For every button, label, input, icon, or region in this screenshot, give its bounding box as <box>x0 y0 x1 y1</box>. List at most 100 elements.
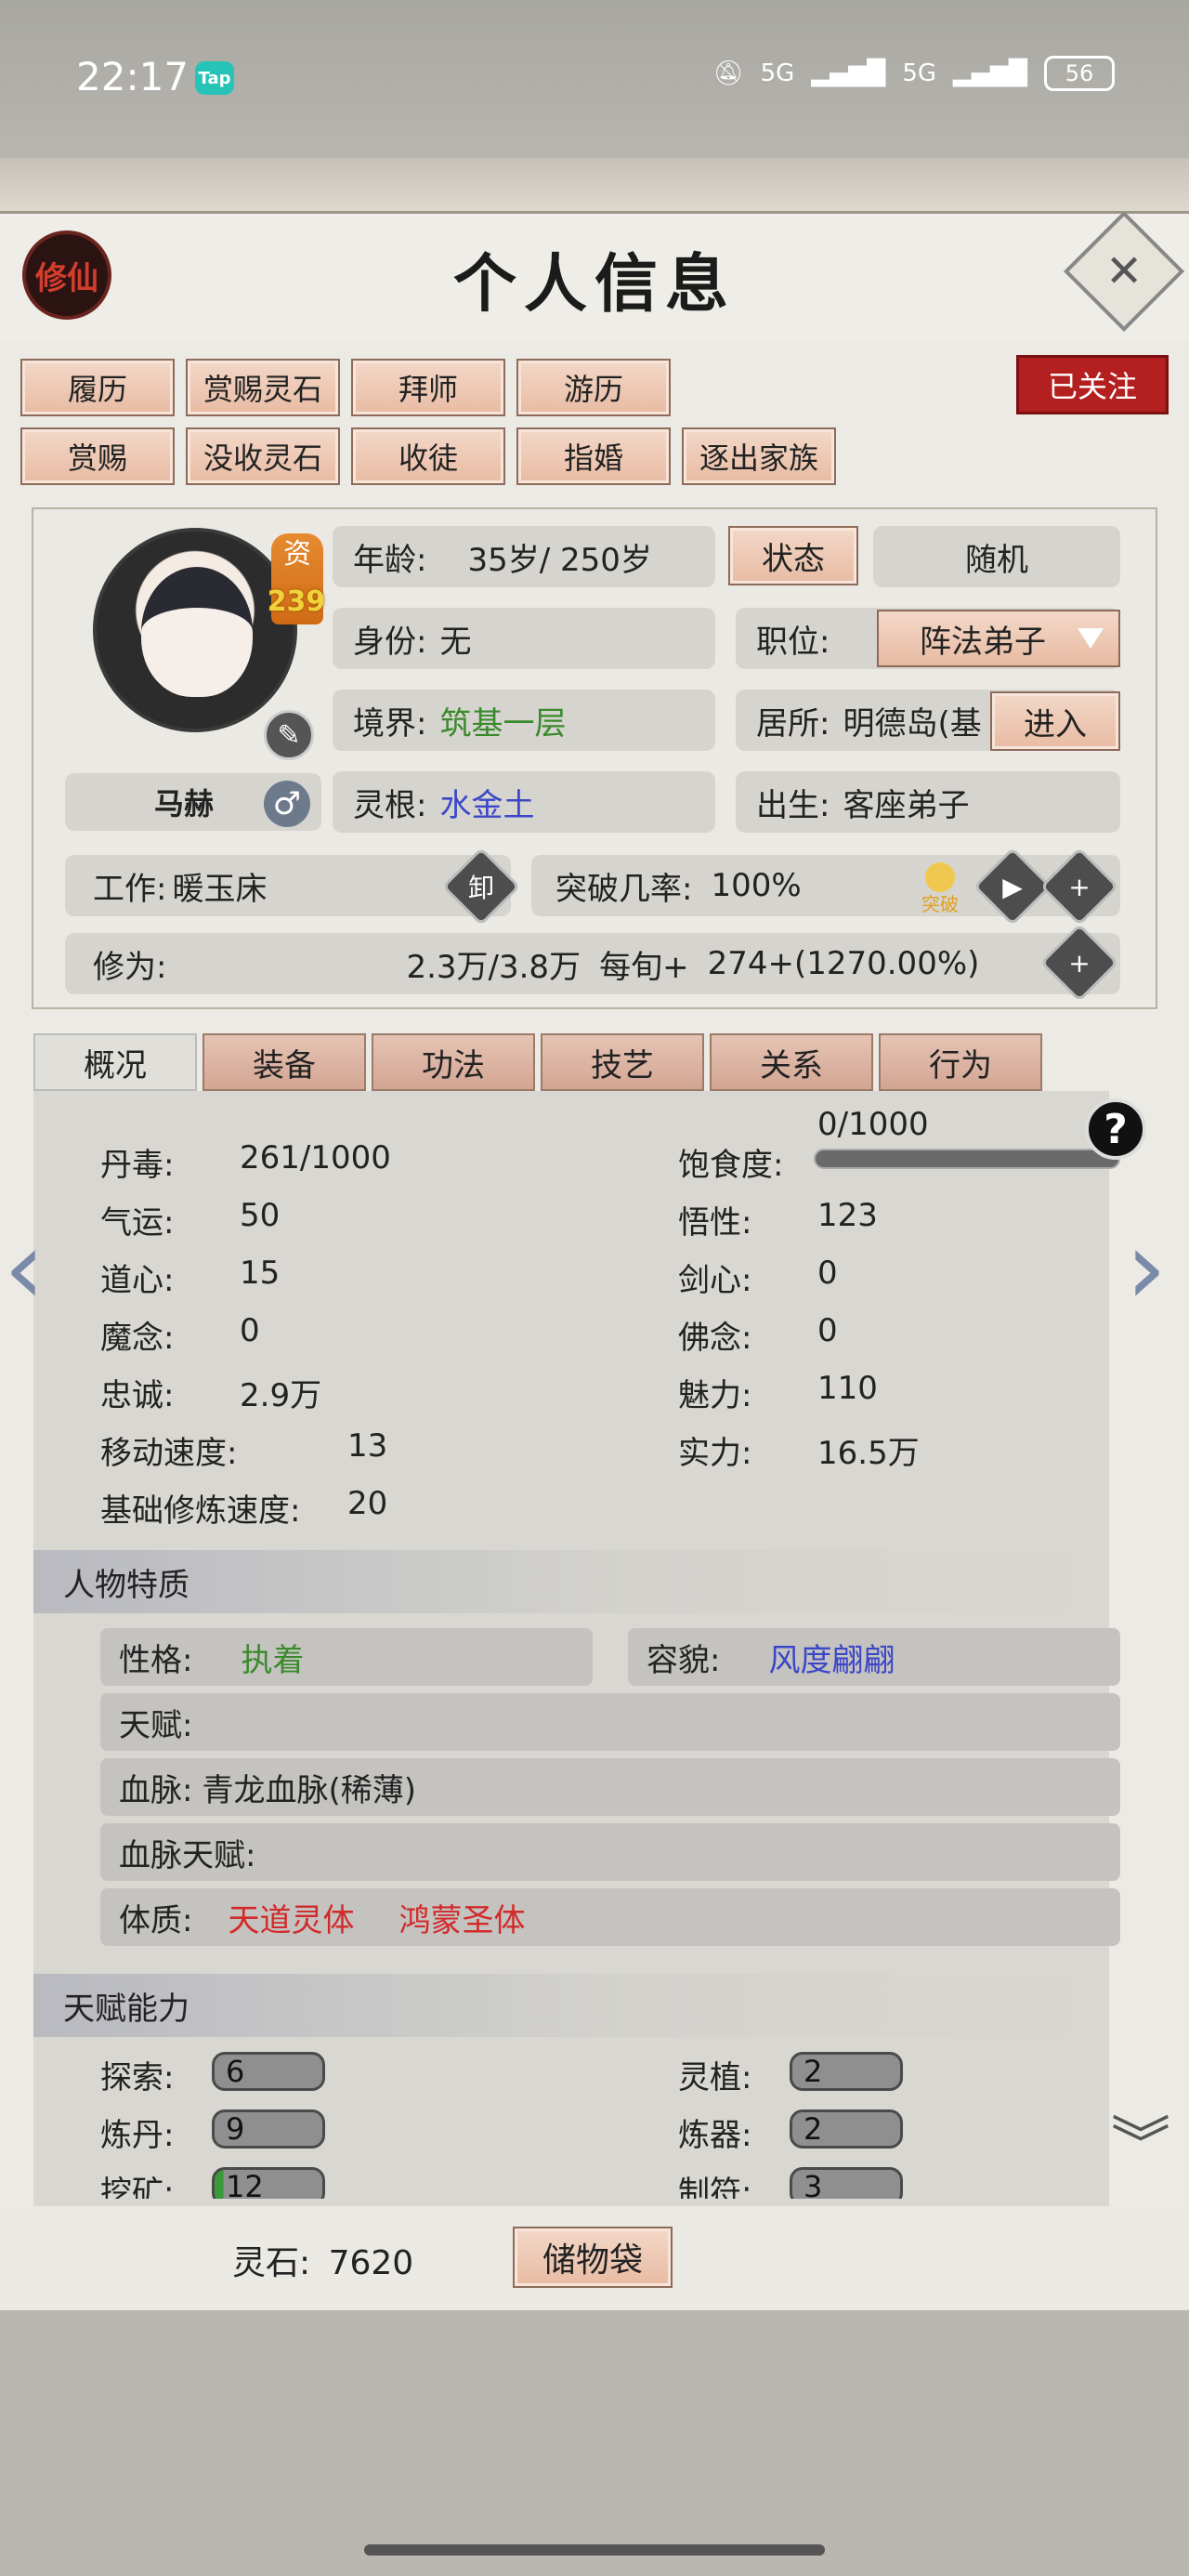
confiscate-stones-button[interactable]: 没收灵石 <box>186 427 340 485</box>
tab-techniques[interactable]: 功法 <box>372 1033 535 1091</box>
stat-label: 基础修炼速度: <box>100 1492 301 1530</box>
spirit-root-value: 水金土 <box>439 786 535 824</box>
stat-value: 123 <box>817 1197 878 1234</box>
talent-label: 天赋: <box>119 1706 193 1744</box>
tab-skills[interactable]: 技艺 <box>541 1033 704 1091</box>
enter-residence-button[interactable]: 进入 <box>990 691 1120 751</box>
status-button[interactable]: 状态 <box>728 526 858 585</box>
realm-value: 筑基一层 <box>439 704 567 743</box>
position-label: 职位: <box>756 623 830 661</box>
history-button[interactable]: 履历 <box>20 359 175 416</box>
battery-icon: 56 <box>1044 56 1115 91</box>
random-button[interactable]: 随机 <box>873 526 1120 587</box>
expel-button[interactable]: 逐出家族 <box>682 427 836 485</box>
birth-field: 出生: 客座弟子 <box>736 771 1120 833</box>
identity-field: 身份: 无 <box>333 608 715 669</box>
close-icon: ✕ <box>1104 245 1143 297</box>
status-time: 22:17 <box>76 54 189 99</box>
physique-label: 体质: <box>119 1901 193 1939</box>
residence-label: 居所: <box>756 704 830 743</box>
storage-bag-button[interactable]: 储物袋 <box>513 2227 673 2288</box>
stat-label: 实力: <box>678 1435 752 1472</box>
stat-value: 50 <box>240 1197 281 1234</box>
ability-label: 制符: <box>678 2175 752 2199</box>
ability-label: 挖矿: <box>100 2175 175 2199</box>
stat-label: 移动速度: <box>100 1435 238 1472</box>
hunger-value: 0/1000 <box>817 1106 929 1143</box>
cultivation-value: 2.3万/3.8万 <box>406 948 581 986</box>
physique-value: 鸿蒙圣体 <box>399 1901 526 1939</box>
reward-stones-button[interactable]: 赏赐灵石 <box>186 359 340 416</box>
position-select[interactable]: 阵法弟子 <box>877 610 1120 667</box>
tap-app-icon: Tap <box>195 61 234 95</box>
work-label: 工作: <box>93 870 167 908</box>
follow-button[interactable]: 已关注 <box>1016 355 1169 414</box>
next-character-icon[interactable]: › <box>1126 1208 1167 1327</box>
edit-pen-icon[interactable]: ✎ <box>264 710 314 760</box>
hunger-bar <box>814 1149 1120 1169</box>
stat-label: 剑心: <box>678 1262 752 1299</box>
stat-value: 261/1000 <box>240 1139 391 1176</box>
stat-label: 道心: <box>100 1262 175 1299</box>
age-field: 年龄: 35岁/ 250岁 <box>333 526 715 587</box>
page-title: 个人信息 <box>452 247 736 322</box>
spirit-root-field: 灵根: 水金土 <box>333 771 715 833</box>
bloodline-talent-row: 血脉天赋: <box>100 1823 1120 1881</box>
take-disciple-button[interactable]: 收徒 <box>351 427 505 485</box>
tab-behavior[interactable]: 行为 <box>879 1033 1042 1091</box>
tab-equipment[interactable]: 装备 <box>203 1033 366 1091</box>
ability-value: 2 <box>790 2109 903 2149</box>
cultivation-field: 修为: 2.3万/3.8万 每旬+ 274+(1270.00%) <box>65 933 1120 994</box>
breakthrough-meditation-icon[interactable]: 突破 <box>912 851 968 916</box>
stat-value: 2.9万 <box>240 1377 322 1414</box>
stat-value: 13 <box>347 1427 388 1465</box>
stat-label: 丹毒: <box>100 1147 175 1184</box>
ability-label: 炼丹: <box>100 2117 175 2154</box>
scroll-header-border <box>0 158 1189 214</box>
travel-button[interactable]: 游历 <box>516 359 671 416</box>
stat-value: 0 <box>240 1312 260 1349</box>
stat-label: 饱食度: <box>678 1147 784 1184</box>
abilities-section-title: 天赋能力 <box>33 1974 1109 2037</box>
stat-label: 气运: <box>100 1204 175 1242</box>
help-icon[interactable]: ? <box>1085 1098 1146 1160</box>
prev-character-icon[interactable]: ‹ <box>4 1208 45 1327</box>
spirit-stone-value: 7620 <box>328 2244 414 2282</box>
ability-value: 3 <box>790 2167 903 2199</box>
stat-value: 16.5万 <box>817 1435 920 1472</box>
tab-overview[interactable]: 概况 <box>33 1033 197 1091</box>
stat-label: 魔念: <box>100 1320 175 1357</box>
stat-value: 110 <box>817 1370 878 1407</box>
realm-field: 境界: 筑基一层 <box>333 690 715 751</box>
stat-value: 15 <box>240 1255 281 1292</box>
ability-label: 探索: <box>100 2059 175 2096</box>
aptitude-value: 239 <box>267 585 326 618</box>
abilities-list: 探索: 6 灵植: 2 炼丹: 9 炼器: 2 挖矿: 12 制符: 3 <box>33 2037 1109 2199</box>
bloodline-row: 血脉: 青龙血脉(稀薄) <box>100 1758 1120 1816</box>
signal-icon-2: 5G <box>902 59 937 87</box>
reward-button[interactable]: 赏赐 <box>20 427 175 485</box>
unload-label: 卸 <box>467 873 494 903</box>
status-icons: 🔕︎ 5G ▂▄▆█ 5G ▂▄▆█ 56 <box>713 56 1115 91</box>
appearance-value: 风度翩翩 <box>768 1641 895 1679</box>
ability-value: 12 <box>212 2167 325 2199</box>
spirit-stone-label: 灵石: <box>232 2244 311 2282</box>
residence-value: 明德岛(基 <box>843 704 982 743</box>
appearance-row: 容貌: 风度翩翩 <box>628 1628 1120 1686</box>
male-icon: ♂ <box>264 781 310 827</box>
home-indicator[interactable] <box>364 2544 825 2556</box>
traits-section-title: 人物特质 <box>33 1550 1109 1613</box>
work-value: 暖玉床 <box>172 870 268 908</box>
stat-value: 0 <box>817 1312 838 1349</box>
apprentice-button[interactable]: 拜师 <box>351 359 505 416</box>
signal-icon: 5G <box>760 59 795 87</box>
talent-row: 天赋: <box>100 1693 1120 1751</box>
tab-relations[interactable]: 关系 <box>710 1033 873 1091</box>
scroll-down-icon[interactable]: ︾ <box>1111 2116 1170 2176</box>
bloodline-talent-label: 血脉天赋: <box>119 1836 256 1874</box>
spirit-root-label: 灵根: <box>353 786 427 824</box>
personality-label: 性格: <box>119 1641 193 1679</box>
arrange-marriage-button[interactable]: 指婚 <box>516 427 671 485</box>
breakthrough-value: 100% <box>711 867 802 904</box>
birth-value: 客座弟子 <box>843 786 970 824</box>
